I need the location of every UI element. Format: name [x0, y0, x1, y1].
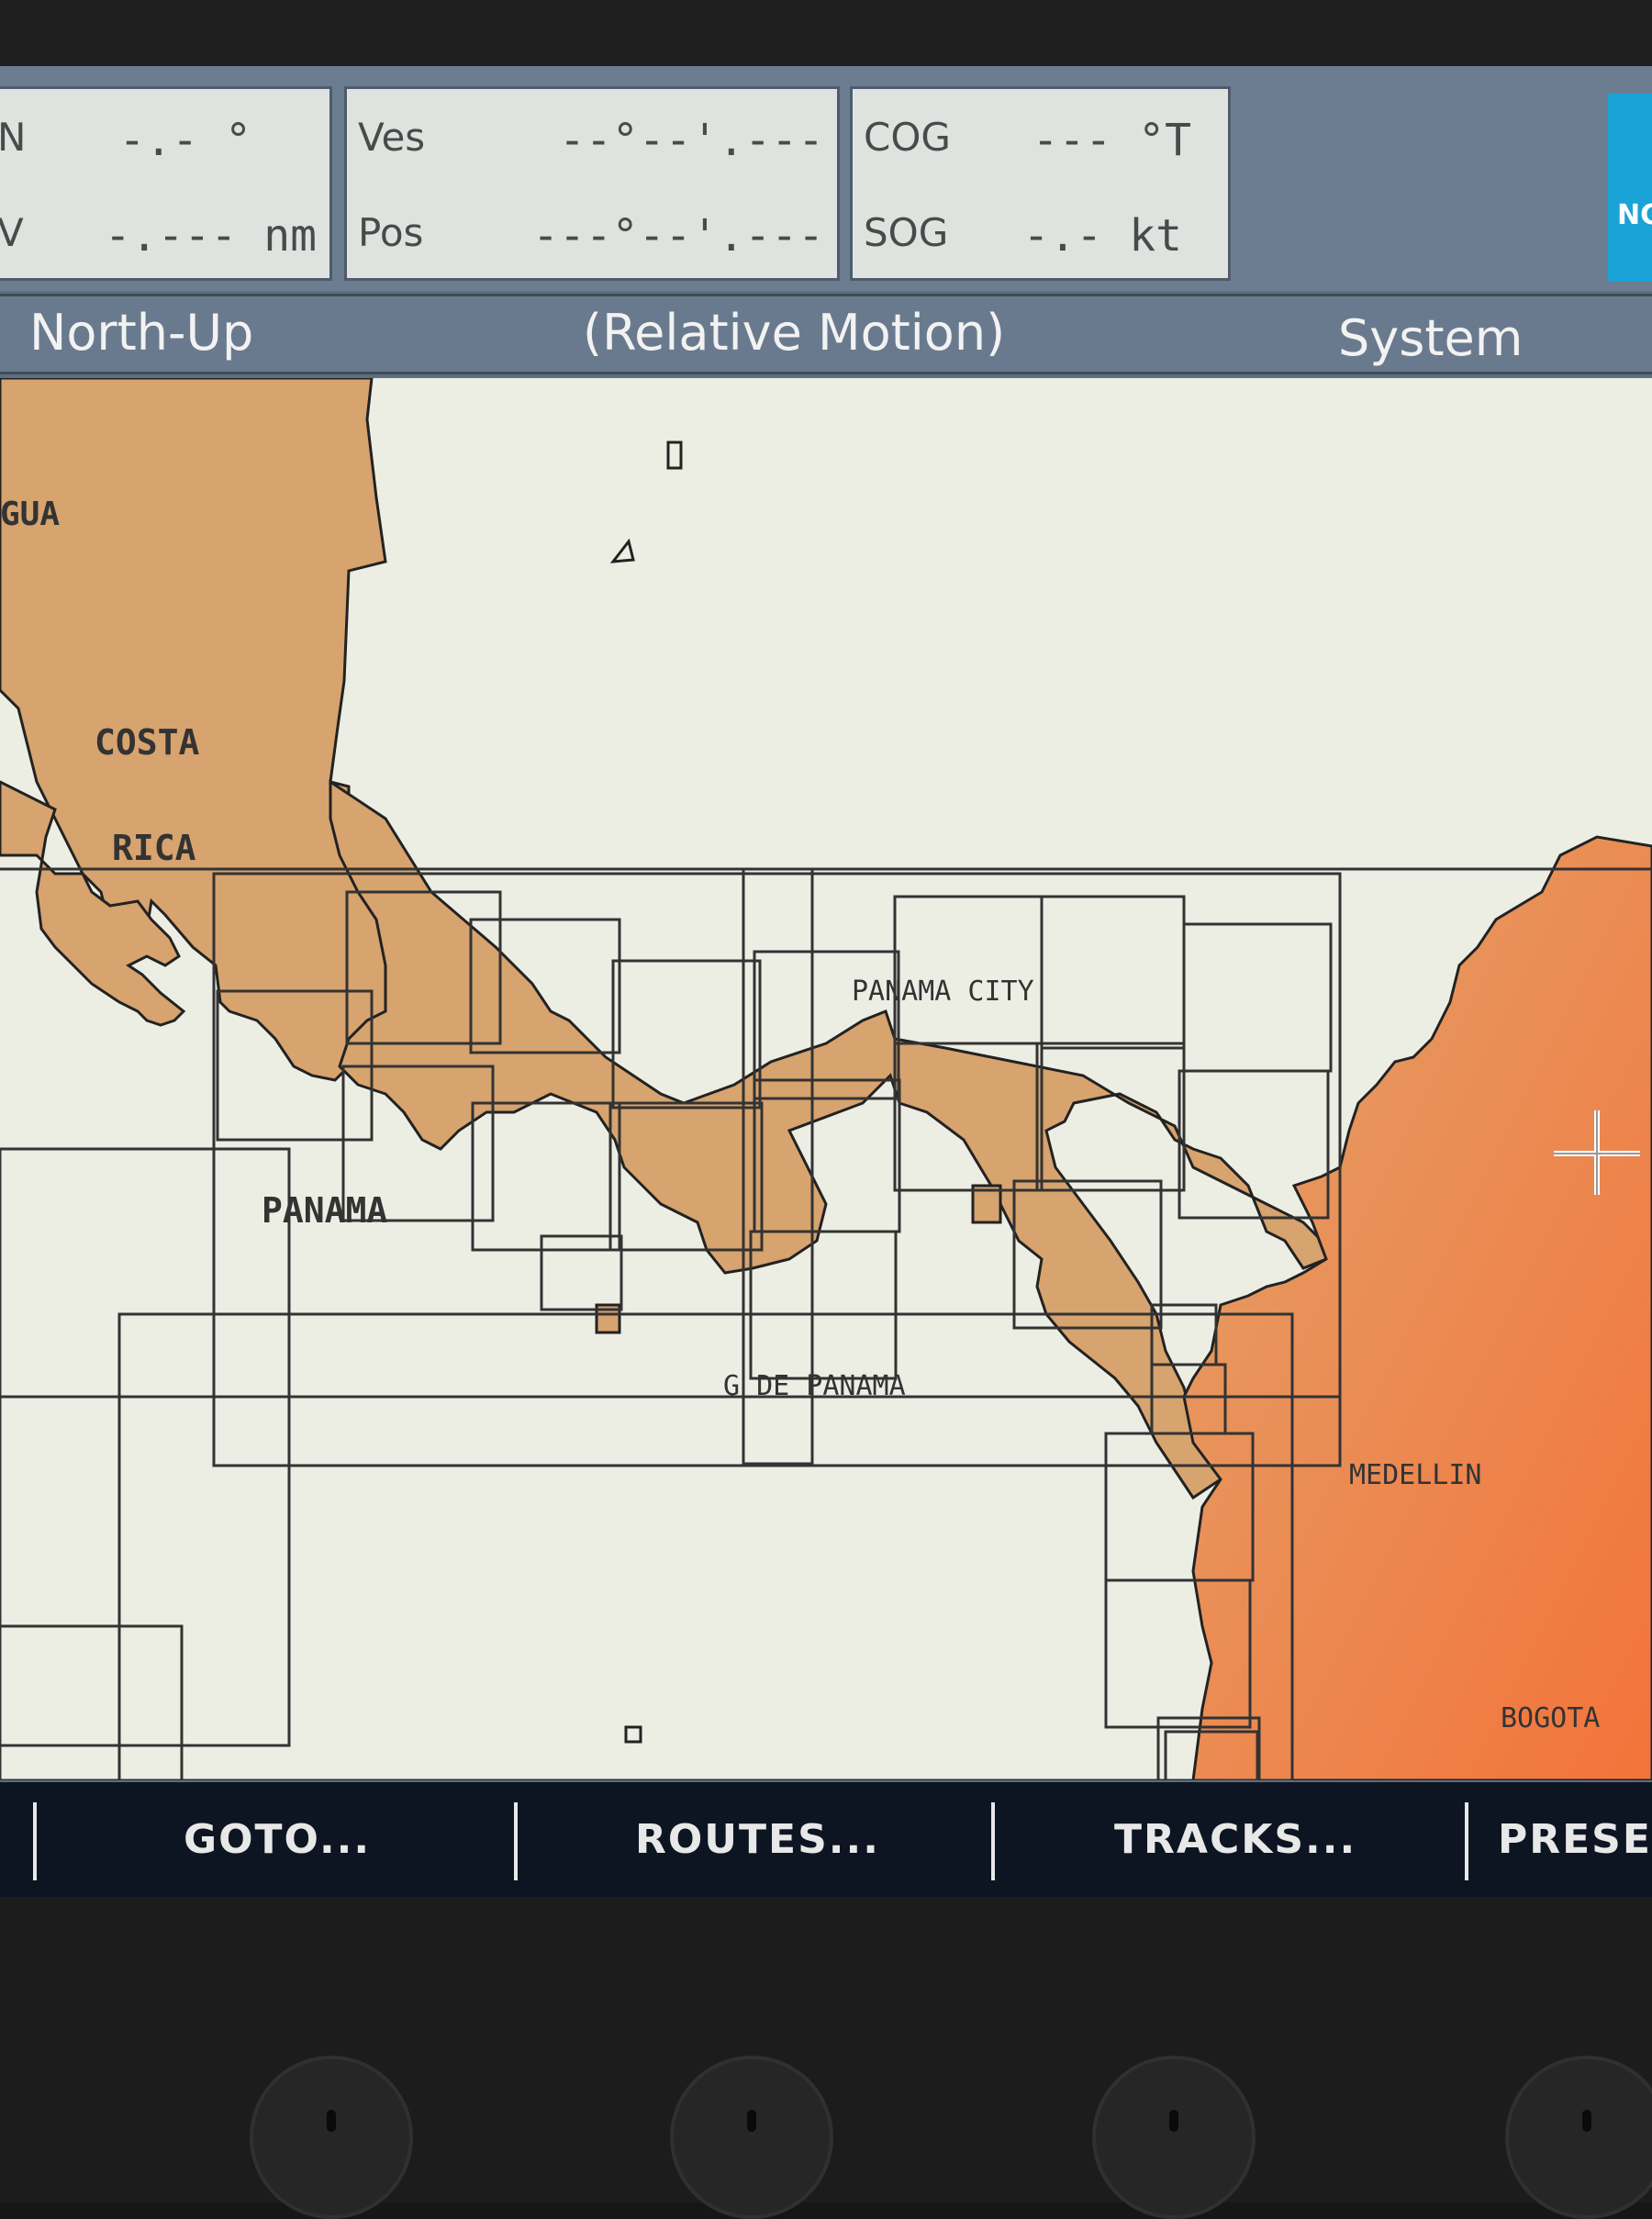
menu-separator: [991, 1802, 995, 1880]
island-north-2: [609, 538, 635, 563]
map-label-golfo-panama: G DE PANAMA: [723, 1370, 906, 1402]
menu-separator: [1465, 1802, 1468, 1880]
coverage-box: [117, 1312, 1294, 1782]
bearing-label: N: [0, 115, 27, 160]
soft-key-2-button[interactable]: [670, 2056, 833, 2219]
orientation-mode[interactable]: North-Up: [29, 304, 253, 362]
coverage-box: [0, 1147, 291, 1747]
data-row-bearing: N -.- °: [0, 96, 329, 188]
chart-svg[interactable]: GUA COSTA RICA PANAMA PANAMA CITY G DE P…: [0, 376, 1652, 1782]
data-bar: N -.- ° V -.--- nm Ves --°--'.--- Pos --…: [0, 66, 1652, 291]
distance-value: -.--- nm: [104, 210, 317, 262]
map-label-costa: COSTA: [95, 722, 200, 763]
goto-button[interactable]: GOTO...: [184, 1782, 371, 1897]
coverage-box: [893, 895, 1044, 1045]
vessel-label: Ves: [358, 115, 426, 160]
data-box-course-speed[interactable]: COG --- °T SOG -.- kt: [850, 86, 1231, 281]
sog-value: -.- kt: [1022, 210, 1182, 262]
routes-button[interactable]: ROUTES...: [635, 1782, 880, 1897]
map-label-panama-city: PANAMA CITY: [852, 976, 1034, 1008]
status-bar: North-Up (Relative Motion) System: [0, 294, 1652, 374]
chart-map[interactable]: GUA COSTA RICA PANAMA PANAMA CITY G DE P…: [0, 376, 1652, 1782]
data-box-range[interactable]: N -.- ° V -.--- nm: [0, 86, 332, 281]
tracks-button[interactable]: TRACKS...: [1114, 1782, 1356, 1897]
coverage-box: [0, 1624, 184, 1782]
brand-logo: NC: [1608, 94, 1652, 282]
motion-mode[interactable]: (Relative Motion): [583, 304, 1005, 362]
map-label-panama: PANAMA: [262, 1190, 387, 1231]
vessel-longitude-value: ---°--'.---: [532, 210, 824, 262]
land-colombia: [1182, 835, 1652, 1782]
position-source[interactable]: System: [1338, 309, 1523, 367]
device-bezel-top: [0, 0, 1652, 73]
distance-label: V: [0, 210, 24, 255]
map-label-rica: RICA: [112, 828, 196, 868]
coverage-box: [1182, 922, 1333, 1073]
chartplotter-screen: N -.- ° V -.--- nm Ves --°--'.--- Pos --…: [0, 66, 1652, 1897]
brand-logo-text: NC: [1617, 199, 1652, 231]
map-label-medellin: MEDELLIN: [1349, 1459, 1482, 1491]
data-row-position: Pos ---°--'.---: [347, 192, 837, 284]
vessel-latitude-value: --°--'.---: [559, 115, 824, 166]
soft-key-menu: GOTO... ROUTES... TRACKS... PRESE: [0, 1782, 1652, 1897]
position-label: Pos: [358, 210, 424, 255]
preset-button[interactable]: PRESE: [1498, 1782, 1652, 1897]
map-label-bogota: BOGOTA: [1501, 1702, 1600, 1734]
marker-small: [624, 1725, 642, 1744]
cog-value: --- °T: [1032, 115, 1191, 166]
data-row-cog: COG --- °T: [853, 96, 1228, 188]
data-row-vessel: Ves --°--'.---: [347, 96, 837, 188]
menu-separator: [33, 1802, 37, 1880]
data-row-distance: V -.--- nm: [0, 192, 329, 284]
island-north-1: [666, 440, 683, 470]
menu-separator: [514, 1802, 518, 1880]
cog-label: COG: [864, 115, 951, 160]
data-row-sog: SOG -.- kt: [853, 192, 1228, 284]
soft-key-3-button[interactable]: [1092, 2056, 1256, 2219]
map-label-nicaragua: GUA: [0, 496, 60, 533]
soft-key-1-button[interactable]: [250, 2056, 413, 2219]
bearing-value: -.- °: [118, 115, 252, 166]
coverage-box: [1040, 895, 1186, 1050]
sog-label: SOG: [864, 210, 949, 255]
coverage-box: [471, 1101, 621, 1252]
data-box-vessel-position[interactable]: Ves --°--'.--- Pos ---°--'.---: [344, 86, 840, 281]
